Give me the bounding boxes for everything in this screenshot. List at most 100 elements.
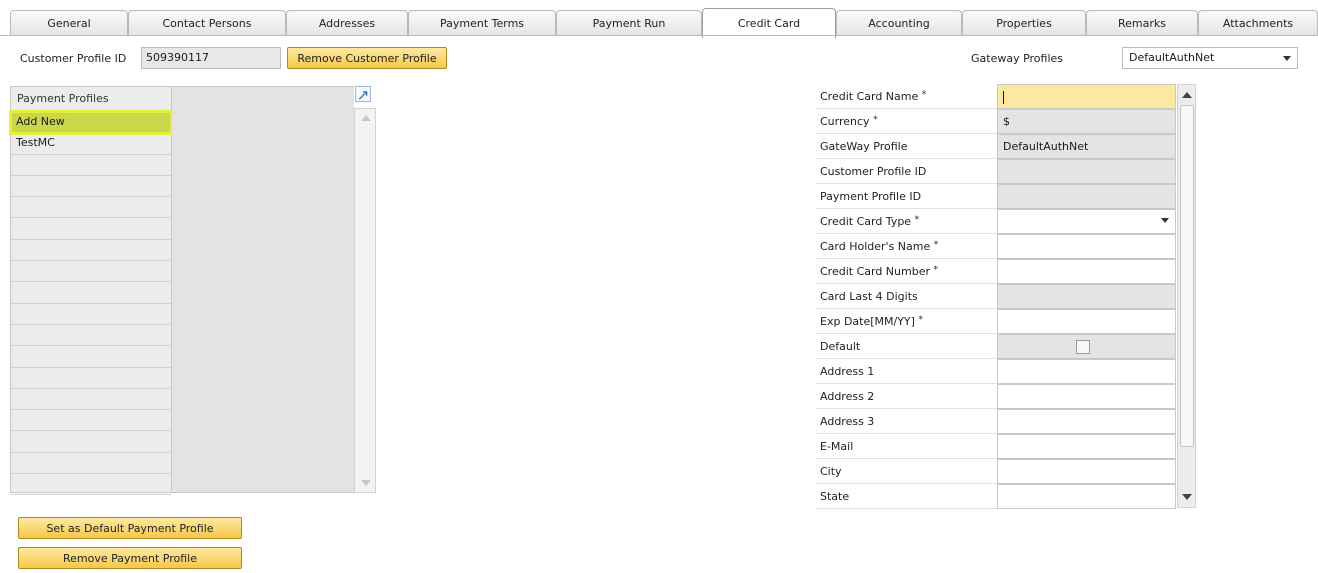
list-item[interactable] — [11, 282, 171, 304]
tab-label: Remarks — [1118, 17, 1166, 30]
list-item[interactable] — [11, 346, 171, 368]
form-row-customer-profile-id: Customer Profile ID — [816, 159, 1176, 184]
form-row-payment-profile-id: Payment Profile ID — [816, 184, 1176, 209]
card-last-4-digits-value — [997, 284, 1176, 309]
address-1-input[interactable] — [997, 359, 1176, 384]
tab-properties[interactable]: Properties — [962, 10, 1086, 36]
email-input[interactable] — [997, 434, 1176, 459]
list-item[interactable] — [11, 197, 171, 219]
tab-accounting[interactable]: Accounting — [836, 10, 962, 36]
tab-contact-persons[interactable]: Contact Persons — [128, 10, 286, 36]
list-item-add-new[interactable]: Add New — [9, 109, 173, 136]
tab-label: Payment Run — [592, 17, 666, 30]
set-default-payment-profile-button[interactable]: Set as Default Payment Profile — [18, 517, 242, 539]
list-item[interactable] — [11, 155, 171, 176]
profiles-scrollbar[interactable] — [354, 108, 376, 493]
form-row-credit-card-number: Credit Card Number * — [816, 259, 1176, 284]
scroll-down-icon[interactable] — [361, 480, 371, 486]
default-cell — [997, 334, 1176, 359]
default-checkbox[interactable] — [1076, 340, 1090, 354]
field-label: State — [820, 490, 850, 503]
form-row-credit-card-name: Credit Card Name * — [816, 84, 1176, 109]
chevron-down-icon — [1283, 56, 1291, 61]
field-label: Address 3 — [820, 415, 875, 428]
form-row-exp-date: Exp Date[MM/YY] * — [816, 309, 1176, 334]
tab-divider — [0, 35, 1318, 36]
customer-profile-id-value — [997, 159, 1176, 184]
currency-field[interactable]: $ — [997, 109, 1176, 134]
list-item[interactable] — [11, 410, 171, 432]
form-row-address-1: Address 1 — [816, 359, 1176, 384]
tab-payment-run[interactable]: Payment Run — [556, 10, 702, 36]
form-scrollbar[interactable] — [1177, 84, 1196, 508]
remove-customer-profile-button[interactable]: Remove Customer Profile — [287, 47, 447, 69]
list-item[interactable] — [11, 304, 171, 325]
credit-card-name-input[interactable] — [997, 84, 1176, 109]
form-row-default: Default — [816, 334, 1176, 359]
list-item[interactable] — [11, 325, 171, 347]
address-2-input[interactable] — [997, 384, 1176, 409]
chevron-down-icon — [1161, 218, 1169, 223]
list-item[interactable] — [11, 474, 171, 496]
customer-profile-id-field[interactable]: 509390117 — [141, 47, 281, 69]
scroll-down-icon[interactable] — [1182, 494, 1192, 500]
field-label: Default — [820, 340, 861, 353]
field-label: Address 2 — [820, 390, 875, 403]
field-label: City — [820, 465, 842, 478]
gateway-profiles-select[interactable]: DefaultAuthNet — [1122, 47, 1298, 69]
list-item[interactable] — [11, 431, 171, 453]
tab-payment-terms[interactable]: Payment Terms — [408, 10, 556, 36]
tab-label: Properties — [996, 17, 1052, 30]
scroll-up-icon[interactable] — [361, 115, 371, 121]
tab-label: Accounting — [868, 17, 930, 30]
list-item[interactable] — [11, 261, 171, 283]
payment-profiles-header: Payment Profiles — [11, 87, 171, 112]
field-label: Credit Card Type * — [820, 215, 920, 228]
list-item[interactable] — [11, 453, 171, 475]
tab-label: Addresses — [318, 17, 376, 30]
gateway-profile-field: DefaultAuthNet — [997, 134, 1176, 159]
form-row-address-2: Address 2 — [816, 384, 1176, 409]
tab-label: General — [47, 17, 91, 30]
profile-detail-panel — [172, 86, 354, 493]
list-item[interactable] — [11, 218, 171, 240]
payment-profiles-list: Payment Profiles Add New TestMC — [9, 86, 173, 496]
customer-profile-id-label: Customer Profile ID — [20, 52, 127, 65]
city-input[interactable] — [997, 459, 1176, 484]
exp-date-input[interactable] — [997, 309, 1176, 334]
list-item[interactable] — [11, 176, 171, 198]
credit-card-type-select[interactable] — [997, 209, 1176, 234]
state-input[interactable] — [997, 484, 1176, 509]
field-label: E-Mail — [820, 440, 854, 453]
form-row-gateway-profile: GateWay Profile DefaultAuthNet — [816, 134, 1176, 159]
field-label: Payment Profile ID — [820, 190, 922, 203]
scroll-thumb[interactable] — [1180, 105, 1194, 447]
expand-arrow-icon[interactable]: ↗ — [355, 86, 371, 103]
credit-card-number-input[interactable] — [997, 259, 1176, 284]
tab-addresses[interactable]: Addresses — [286, 10, 408, 36]
list-item[interactable] — [11, 368, 171, 389]
remove-payment-profile-button[interactable]: Remove Payment Profile — [18, 547, 242, 569]
tab-remarks[interactable]: Remarks — [1086, 10, 1198, 36]
form-row-card-holder-name: Card Holder's Name * — [816, 234, 1176, 259]
card-holder-name-input[interactable] — [997, 234, 1176, 259]
list-item[interactable]: TestMC — [11, 133, 171, 155]
tab-label: Contact Persons — [162, 17, 252, 30]
tab-credit-card[interactable]: Credit Card — [702, 8, 836, 38]
field-label: Customer Profile ID — [820, 165, 927, 178]
payment-profile-id-value — [997, 184, 1176, 209]
form-row-address-3: Address 3 — [816, 409, 1176, 434]
form-row-credit-card-type: Credit Card Type * — [816, 209, 1176, 234]
list-item[interactable] — [11, 389, 171, 411]
field-label: GateWay Profile — [820, 140, 908, 153]
tab-general[interactable]: General — [10, 10, 128, 36]
tab-attachments[interactable]: Attachments — [1198, 10, 1318, 36]
field-label: Credit Card Name * — [820, 90, 927, 103]
list-item[interactable] — [11, 240, 171, 262]
form-row-email: E-Mail — [816, 434, 1176, 459]
tab-label: Attachments — [1222, 17, 1294, 30]
field-label: Exp Date[MM/YY] * — [820, 315, 923, 328]
form-row-currency: Currency * $ — [816, 109, 1176, 134]
address-3-input[interactable] — [997, 409, 1176, 434]
scroll-up-icon[interactable] — [1182, 92, 1192, 98]
